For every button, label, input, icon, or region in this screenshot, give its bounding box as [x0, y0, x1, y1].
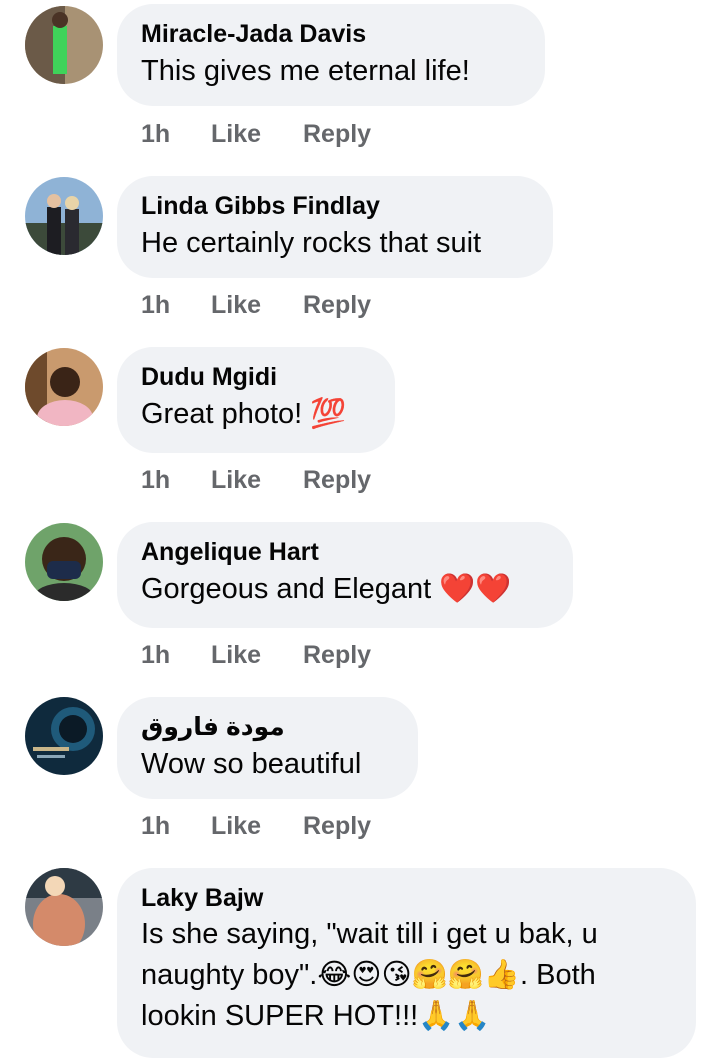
comment-timestamp[interactable]: 1h [141, 291, 211, 320]
avatar[interactable] [25, 697, 103, 775]
comment-bubble: Angelique Hart Gorgeous and Elegant ❤️❤️ [117, 522, 573, 628]
avatar[interactable] [25, 868, 103, 946]
comment-timestamp[interactable]: 1h [141, 120, 211, 149]
comment-text: Is she saying, "wait till i get u bak, u… [141, 918, 598, 1032]
comment-author[interactable]: Miracle-Jada Davis [141, 18, 521, 50]
avatar[interactable] [25, 523, 103, 601]
comment-actions: 1h Like Reply [141, 641, 371, 670]
comment-actions: 1h Like Reply [141, 291, 371, 320]
comment-text: This gives me eternal life! [141, 55, 470, 87]
comment-timestamp[interactable]: 1h [141, 466, 211, 495]
reply-button[interactable]: Reply [303, 120, 371, 149]
comment-timestamp[interactable]: 1h [141, 812, 211, 841]
comment-author[interactable]: Dudu Mgidi [141, 361, 371, 393]
comment-text: Great photo! 💯 [141, 398, 347, 430]
comment-text: Gorgeous and Elegant ❤️❤️ [141, 573, 512, 605]
reply-button[interactable]: Reply [303, 291, 371, 320]
like-button[interactable]: Like [211, 812, 303, 841]
comment-author[interactable]: Laky Bajw [141, 882, 672, 914]
comment-bubble: Linda Gibbs Findlay He certainly rocks t… [117, 176, 553, 278]
comment-bubble: Miracle-Jada Davis This gives me eternal… [117, 4, 545, 106]
comment-author[interactable]: Angelique Hart [141, 536, 549, 568]
reply-button[interactable]: Reply [303, 812, 371, 841]
like-button[interactable]: Like [211, 641, 303, 670]
reply-button[interactable]: Reply [303, 641, 371, 670]
comment-actions: 1h Like Reply [141, 466, 371, 495]
like-button[interactable]: Like [211, 466, 303, 495]
comment-timestamp[interactable]: 1h [141, 641, 211, 670]
comment-bubble: مودة فاروق Wow so beautiful [117, 697, 418, 799]
avatar[interactable] [25, 6, 103, 84]
comment-bubble: Laky Bajw Is she saying, "wait till i ge… [117, 868, 696, 1058]
comment-actions: 1h Like Reply [141, 120, 371, 149]
like-button[interactable]: Like [211, 120, 303, 149]
comment-text: Wow so beautiful [141, 748, 362, 780]
reply-button[interactable]: Reply [303, 466, 371, 495]
comment-author[interactable]: مودة فاروق [141, 711, 394, 743]
comment-author[interactable]: Linda Gibbs Findlay [141, 190, 529, 222]
avatar[interactable] [25, 177, 103, 255]
avatar[interactable] [25, 348, 103, 426]
like-button[interactable]: Like [211, 291, 303, 320]
comment-bubble: Dudu Mgidi Great photo! 💯 [117, 347, 395, 453]
comment-actions: 1h Like Reply [141, 812, 371, 841]
comment-text: He certainly rocks that suit [141, 227, 482, 259]
